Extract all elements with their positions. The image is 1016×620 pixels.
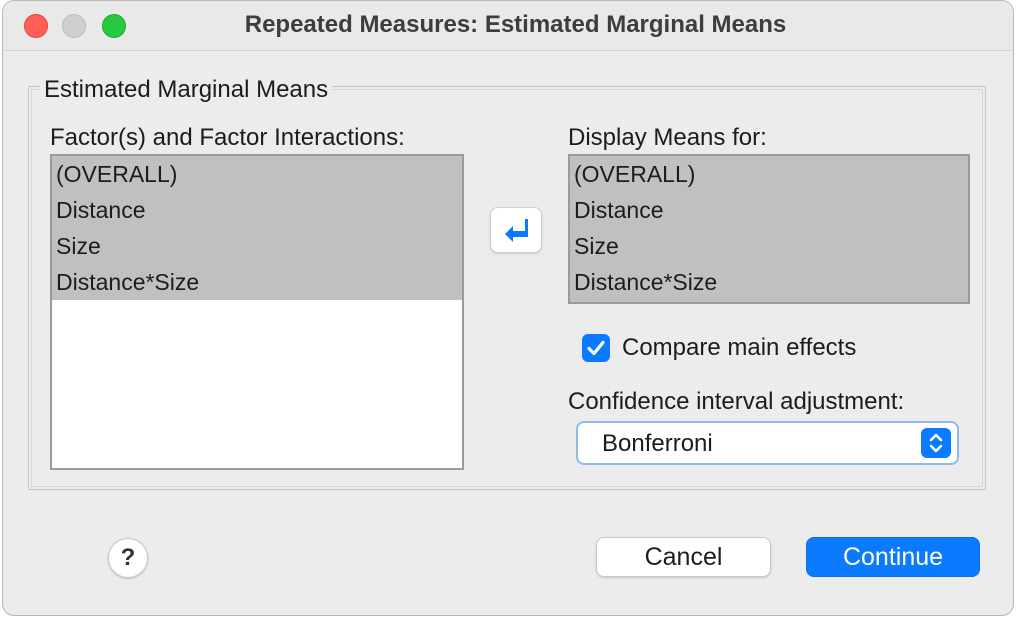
- display-means-listbox[interactable]: (OVERALL) Distance Size Distance*Size: [568, 154, 970, 304]
- window-title: Repeated Measures: Estimated Marginal Me…: [244, 11, 787, 38]
- checkmark-icon: [587, 340, 605, 356]
- compare-main-effects-label: Compare main effects: [622, 334, 857, 361]
- move-left-button[interactable]: [490, 207, 542, 253]
- display-item-distance[interactable]: Distance: [570, 192, 968, 228]
- ci-adjustment-label: Confidence interval adjustment:: [568, 388, 905, 415]
- factors-listbox[interactable]: (OVERALL) Distance Size Distance*Size: [50, 154, 464, 470]
- group-legend: Estimated Marginal Means: [40, 76, 333, 104]
- factor-item-distance-size[interactable]: Distance*Size: [52, 264, 462, 300]
- ci-adjustment-select[interactable]: Bonferroni: [576, 421, 959, 465]
- ci-adjustment-value: Bonferroni: [602, 430, 713, 457]
- display-item-size[interactable]: Size: [570, 228, 968, 264]
- display-item-distance-size[interactable]: Distance*Size: [570, 264, 968, 300]
- title-bar: Repeated Measures: Estimated Marginal Me…: [3, 1, 1013, 51]
- arrow-left-icon: [505, 219, 528, 242]
- display-item-overall[interactable]: (OVERALL): [570, 156, 968, 192]
- display-means-label: Display Means for:: [568, 124, 767, 151]
- chevron-up-down-icon: [921, 428, 951, 458]
- cancel-button[interactable]: Cancel: [596, 537, 771, 577]
- factor-item-overall[interactable]: (OVERALL): [52, 156, 462, 192]
- continue-button[interactable]: Continue: [806, 537, 980, 577]
- factor-item-size[interactable]: Size: [52, 228, 462, 264]
- factor-item-distance[interactable]: Distance: [52, 192, 462, 228]
- help-button[interactable]: ?: [108, 538, 148, 578]
- compare-main-effects-checkbox[interactable]: [582, 334, 610, 362]
- factors-list-label: Factor(s) and Factor Interactions:: [50, 124, 405, 151]
